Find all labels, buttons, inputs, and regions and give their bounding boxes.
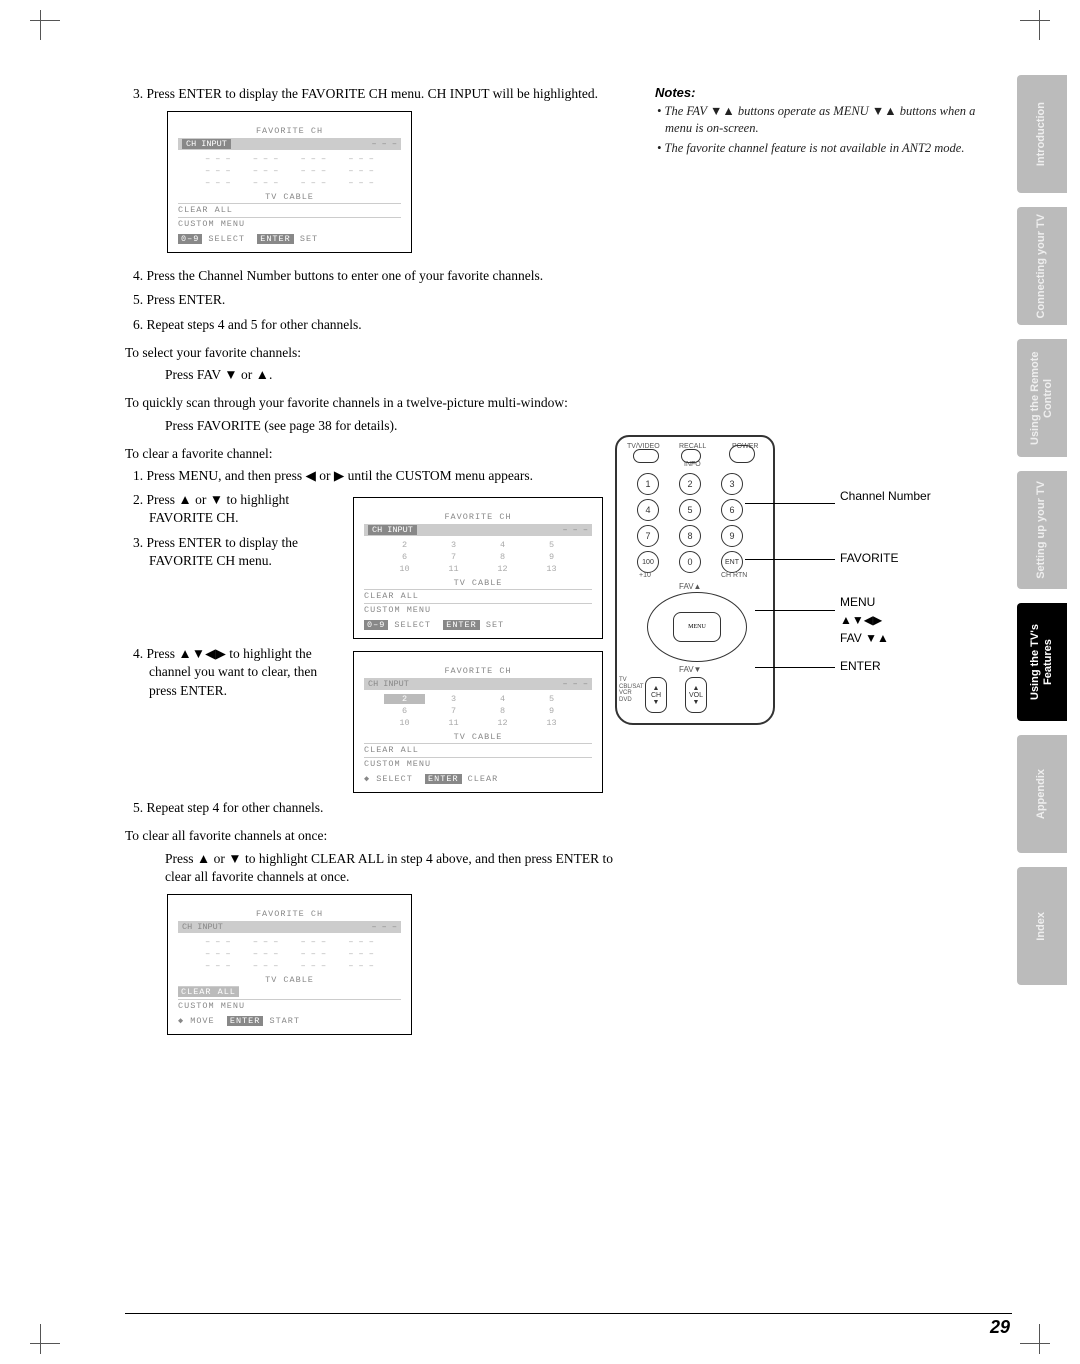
digit-1-icon: 1 bbox=[637, 473, 659, 495]
side-tabs: Introduction Connecting your TV Using th… bbox=[1017, 75, 1072, 999]
tab-features: Using the TV's Features bbox=[1017, 603, 1067, 721]
recall-button-icon bbox=[681, 449, 701, 463]
digit-7-icon: 7 bbox=[637, 525, 659, 547]
clear-heading: To clear a favorite channel: bbox=[125, 445, 620, 463]
tab-setting-up: Setting up your TV bbox=[1017, 471, 1067, 589]
clear-step-1: 1. Press MENU, and then press ◀ or ▶ unt… bbox=[149, 467, 620, 485]
note-2: • The favorite channel feature is not av… bbox=[665, 140, 985, 157]
select-favorite-heading: To select your favorite channels: bbox=[125, 344, 620, 362]
crop-mark-icon bbox=[1020, 1324, 1050, 1354]
crop-mark-icon bbox=[30, 10, 60, 40]
step-5: 5. Press ENTER. bbox=[149, 291, 620, 309]
clear-all-body: Press ▲ or ▼ to highlight CLEAR ALL in s… bbox=[165, 850, 620, 886]
notes-heading: Notes: bbox=[655, 85, 985, 100]
page-number: 29 bbox=[990, 1317, 1010, 1338]
tab-appendix: Appendix bbox=[1017, 735, 1067, 853]
remote-diagram: TV/VIDEO RECALL INFO POWER 1 2 3 4 5 6 7… bbox=[615, 435, 975, 735]
clear-step-4: 4. Press ▲▼◀▶ to highlight the channel y… bbox=[149, 645, 335, 700]
dpad-icon: MENU bbox=[647, 592, 747, 662]
tvvideo-button-icon bbox=[633, 449, 659, 463]
select-favorite-body: Press FAV ▼ or ▲. bbox=[165, 366, 620, 384]
digit-0-icon: 0 bbox=[679, 551, 701, 573]
footer-rule bbox=[125, 1313, 1012, 1314]
scan-heading: To quickly scan through your favorite ch… bbox=[125, 394, 620, 412]
label-menu: MENU bbox=[840, 595, 875, 609]
osd-favorite-ch-4: FAVORITE CH CH INPUT– – – – – –– – –– – … bbox=[167, 894, 412, 1035]
step-3: 3. Press ENTER to display the FAVORITE C… bbox=[149, 85, 620, 103]
vol-rocker-icon: ▲VOL▼ bbox=[685, 677, 707, 713]
digit-2-icon: 2 bbox=[679, 473, 701, 495]
clear-step-2: 2. Press ▲ or ▼ to highlight FAVORITE CH… bbox=[149, 491, 335, 527]
scan-body: Press FAVORITE (see page 38 for details)… bbox=[165, 417, 620, 435]
label-channel-number: Channel Number bbox=[840, 489, 931, 503]
digit-100-icon: 100 bbox=[637, 551, 659, 573]
digit-3-icon: 3 bbox=[721, 473, 743, 495]
digit-6-icon: 6 bbox=[721, 499, 743, 521]
clear-step-3: 3. Press ENTER to display the FAVORITE C… bbox=[149, 534, 335, 570]
tab-index: Index bbox=[1017, 867, 1067, 985]
tab-introduction: Introduction bbox=[1017, 75, 1067, 193]
digit-ent-icon: ENT bbox=[721, 551, 743, 573]
clear-step-5: 5. Repeat step 4 for other channels. bbox=[149, 799, 620, 817]
osd-favorite-ch-1: FAVORITE CH CH INPUT– – – – – –– – –– – … bbox=[167, 111, 412, 253]
crop-mark-icon bbox=[30, 1324, 60, 1354]
tab-remote-control: Using the Remote Control bbox=[1017, 339, 1067, 457]
note-1: • The FAV ▼▲ buttons operate as MENU ▼▲ … bbox=[665, 103, 985, 137]
label-enter: ENTER bbox=[840, 659, 881, 673]
digit-9-icon: 9 bbox=[721, 525, 743, 547]
clear-all-heading: To clear all favorite channels at once: bbox=[125, 827, 620, 845]
step-6: 6. Repeat steps 4 and 5 for other channe… bbox=[149, 316, 620, 334]
osd-favorite-ch-3: FAVORITE CH CH INPUT– – – 2345 6789 1011… bbox=[353, 651, 603, 793]
label-favorite: FAVORITE bbox=[840, 551, 898, 565]
power-button-icon bbox=[729, 445, 755, 463]
tab-connecting: Connecting your TV bbox=[1017, 207, 1067, 325]
ch-rocker-icon: ▲CH▼ bbox=[645, 677, 667, 713]
digit-4-icon: 4 bbox=[637, 499, 659, 521]
digit-8-icon: 8 bbox=[679, 525, 701, 547]
digit-5-icon: 5 bbox=[679, 499, 701, 521]
crop-mark-icon bbox=[1020, 10, 1050, 40]
step-4: 4. Press the Channel Number buttons to e… bbox=[149, 267, 620, 285]
osd-favorite-ch-2: FAVORITE CH CH INPUT– – – 2345 6789 1011… bbox=[353, 497, 603, 639]
label-fav: FAV ▼▲ bbox=[840, 631, 889, 645]
label-arrows: ▲▼◀▶ bbox=[840, 613, 882, 627]
